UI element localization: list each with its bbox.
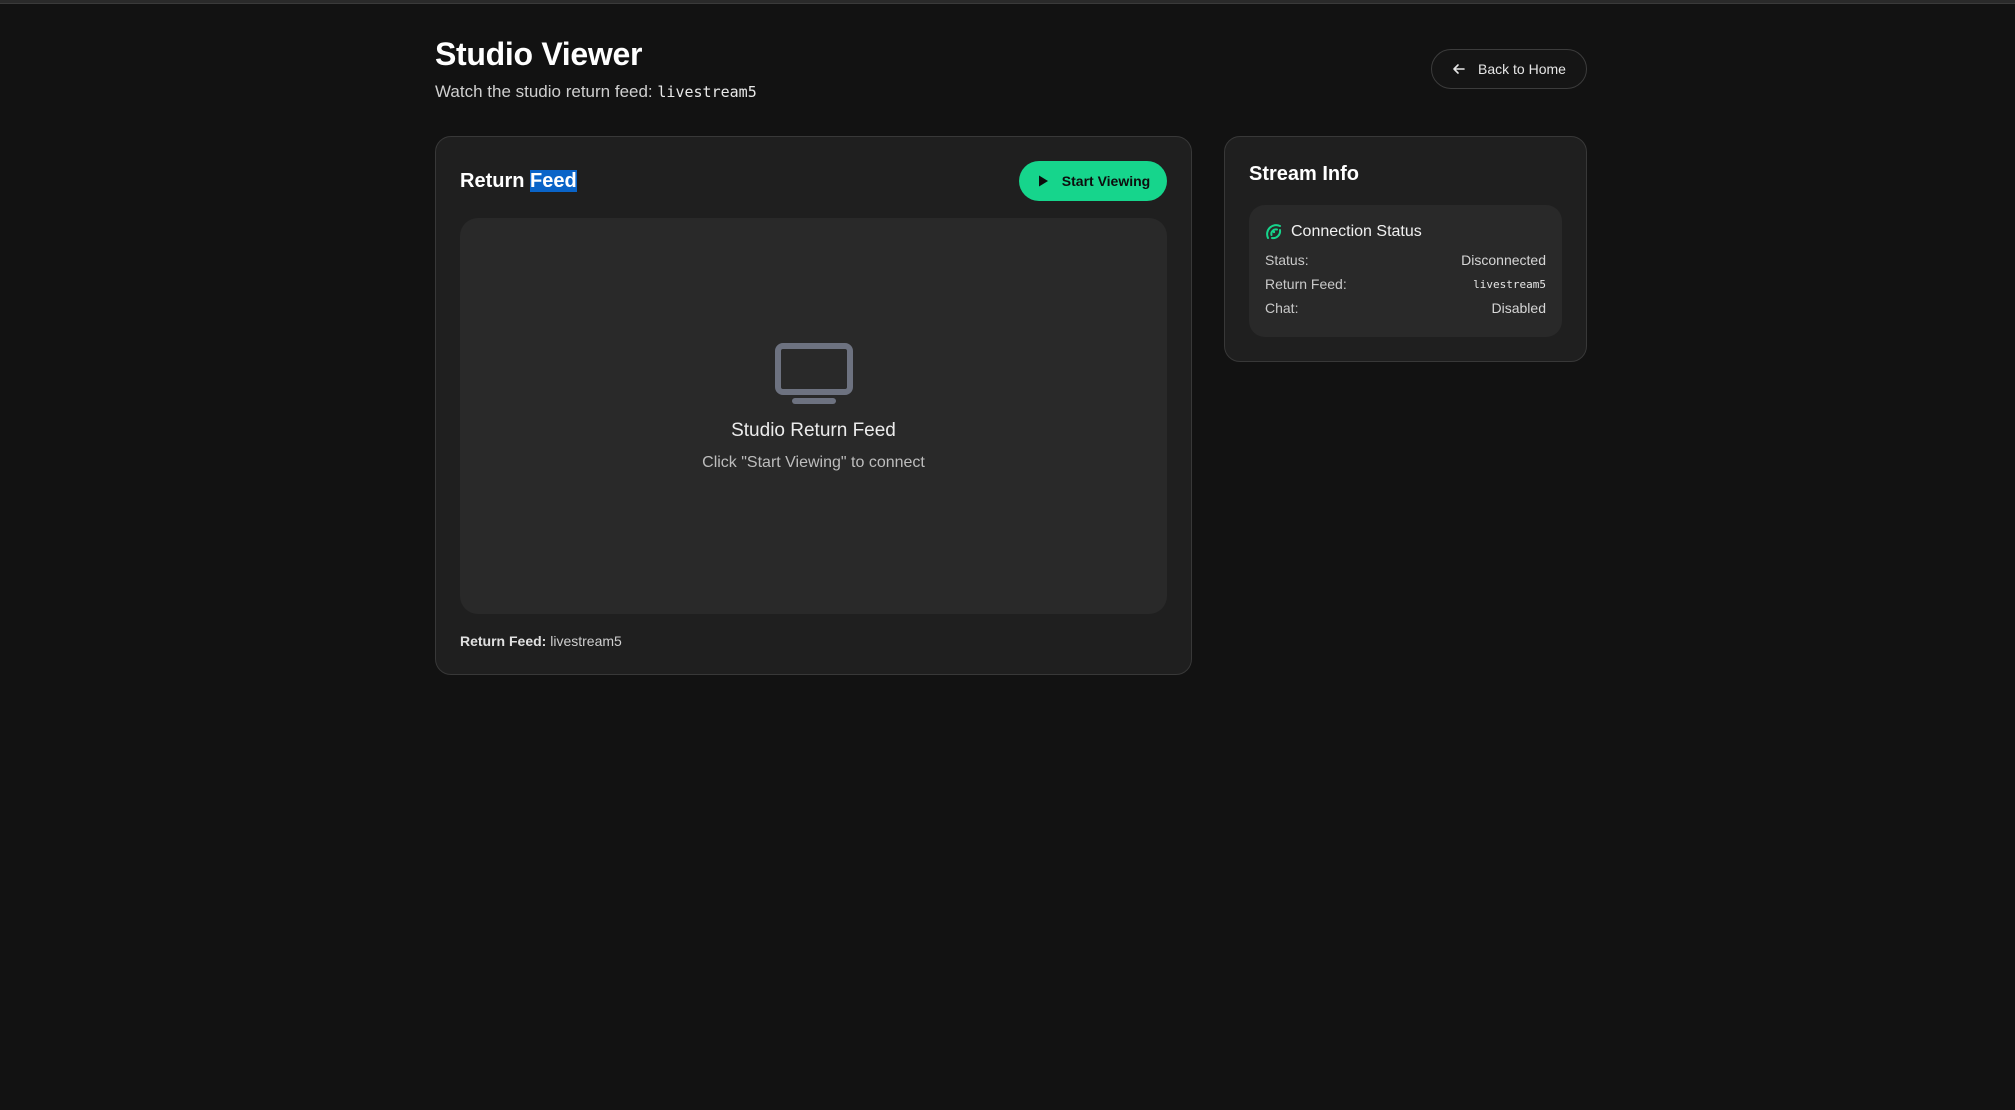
return-feed-card: Return Feed Start Viewing Studio Return … bbox=[435, 136, 1192, 675]
status-value: Disconnected bbox=[1461, 252, 1546, 268]
feed-title-part1: Return bbox=[460, 169, 525, 192]
connection-status-header: Connection Status bbox=[1265, 221, 1546, 243]
top-border bbox=[0, 0, 2015, 4]
return-feed-value: livestream5 bbox=[1473, 277, 1546, 291]
feed-card-title: Return Feed bbox=[460, 169, 577, 193]
placeholder-subtitle: Click "Start Viewing" to connect bbox=[702, 454, 925, 471]
status-label: Status: bbox=[1265, 252, 1309, 268]
feed-footer: Return Feed: livestream5 bbox=[460, 633, 622, 649]
play-icon bbox=[1038, 175, 1048, 187]
feed-title-selected: Feed bbox=[530, 169, 577, 192]
feed-card-header: Return Feed Start Viewing bbox=[460, 161, 1167, 201]
video-player-area[interactable]: Studio Return Feed Click "Start Viewing"… bbox=[460, 218, 1167, 614]
chat-row: Chat: Disabled bbox=[1265, 299, 1546, 317]
back-button-label: Back to Home bbox=[1478, 61, 1566, 77]
page-title: Studio Viewer bbox=[435, 36, 643, 72]
subtitle-text: Watch the studio return feed: bbox=[435, 82, 653, 101]
page-container: Studio Viewer Watch the studio return fe… bbox=[435, 36, 1587, 675]
signal-icon bbox=[1266, 224, 1282, 240]
chat-label: Chat: bbox=[1265, 300, 1299, 316]
footer-value: livestream5 bbox=[550, 633, 622, 649]
tv-icon bbox=[774, 343, 853, 404]
start-button-label: Start Viewing bbox=[1061, 173, 1151, 189]
connection-status-box: Connection Status Status: Disconnected R… bbox=[1249, 205, 1562, 337]
start-viewing-button[interactable]: Start Viewing bbox=[1019, 161, 1167, 201]
return-feed-row: Return Feed: livestream5 bbox=[1265, 275, 1546, 293]
page-subtitle: Watch the studio return feed: livestream… bbox=[435, 82, 1587, 102]
arrow-left-icon bbox=[1453, 64, 1465, 74]
status-row: Status: Disconnected bbox=[1265, 251, 1546, 269]
stream-key: livestream5 bbox=[657, 83, 757, 101]
connection-status-title: Connection Status bbox=[1291, 223, 1422, 240]
chat-value: Disabled bbox=[1491, 300, 1546, 316]
back-to-home-button[interactable]: Back to Home bbox=[1431, 49, 1587, 89]
footer-label: Return Feed: bbox=[460, 633, 547, 649]
stream-info-title: Stream Info bbox=[1249, 163, 1360, 185]
return-feed-label: Return Feed: bbox=[1265, 276, 1347, 292]
stream-info-card: Stream Info Connection Status Status: Di… bbox=[1224, 136, 1587, 362]
placeholder-title: Studio Return Feed bbox=[731, 420, 896, 441]
page-header: Studio Viewer Watch the studio return fe… bbox=[435, 36, 1587, 136]
